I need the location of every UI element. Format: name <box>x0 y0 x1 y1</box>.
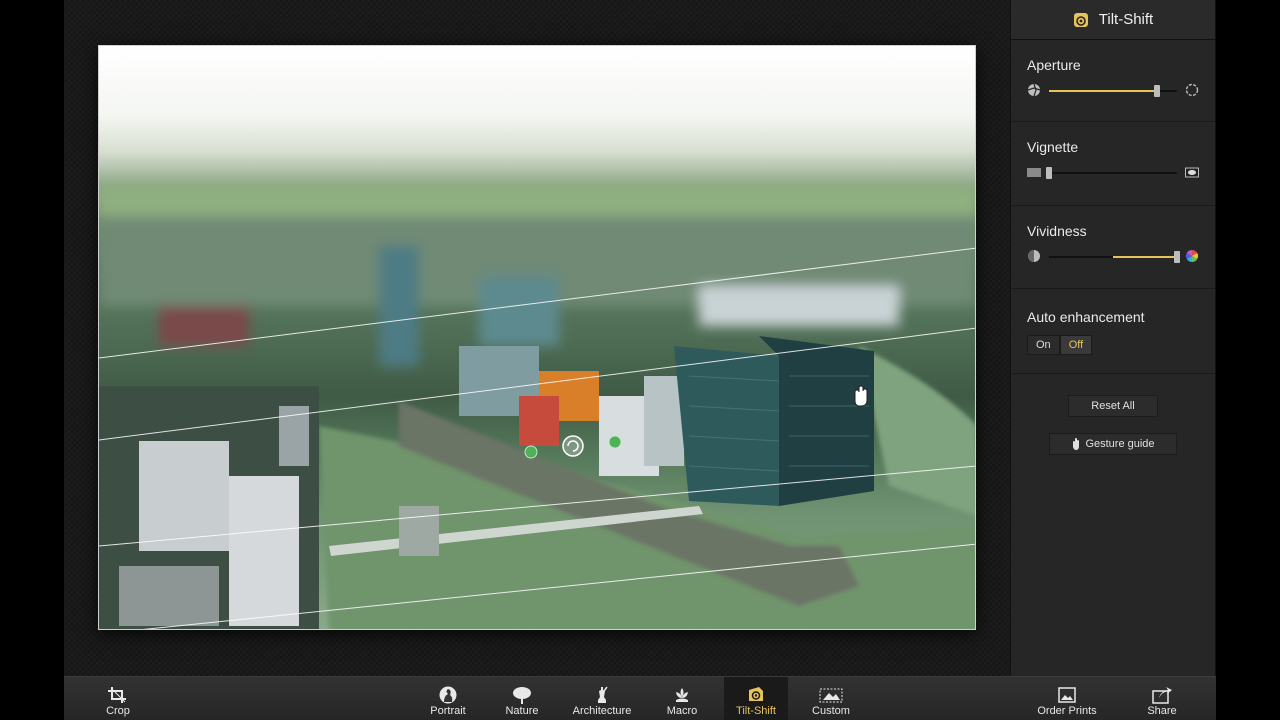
auto-enhancement-off-button[interactable]: Off <box>1059 335 1093 355</box>
tool-portrait[interactable]: Portrait <box>416 677 480 720</box>
desaturate-icon <box>1028 250 1040 262</box>
aperture-label: Aperture <box>1027 57 1081 73</box>
rotate-handle[interactable] <box>562 435 584 457</box>
tool-macro[interactable]: Macro <box>650 677 714 720</box>
crop-icon <box>108 687 126 703</box>
tool-nature[interactable]: Nature <box>490 677 554 720</box>
vividness-label: Vividness <box>1027 223 1087 239</box>
reset-all-button[interactable]: Reset All <box>1068 395 1158 417</box>
vividness-track <box>1049 251 1180 263</box>
tree-icon <box>513 687 531 704</box>
hand-icon <box>1073 438 1080 450</box>
vignette-thumb[interactable] <box>1046 167 1052 179</box>
tool-tilt-shift-label: Tilt-Shift <box>736 705 776 717</box>
color-wheel-icon <box>1185 250 1199 262</box>
share-icon <box>1152 687 1172 704</box>
tool-macro-label: Macro <box>666 705 698 717</box>
tool-nature-label: Nature <box>505 705 539 717</box>
aperture-slider[interactable] <box>1027 81 1199 101</box>
tilt-shift-photo <box>99 186 975 629</box>
vignette-off-icon <box>1027 168 1041 177</box>
aperture-fill <box>1049 90 1157 92</box>
vividness-thumb[interactable] <box>1174 251 1180 263</box>
auto-enhancement-on-button[interactable]: On <box>1027 335 1060 355</box>
panel-title: Tilt-Shift <box>1098 11 1154 28</box>
auto-enhancement-toggle: On Off <box>1027 335 1199 355</box>
tilt-shift-icon <box>1073 12 1088 27</box>
custom-icon <box>819 688 843 703</box>
auto-enhancement-section: Auto enhancement On Off <box>1011 289 1215 374</box>
tilt-shift-panel: Tilt-Shift Aperture Vignette Vividness A… <box>1010 0 1216 676</box>
vignette-slider[interactable] <box>1027 163 1199 183</box>
auto-enhancement-label: Auto enhancement <box>1027 309 1145 325</box>
tool-custom-label: Custom <box>812 705 850 717</box>
vignette-section: Vignette <box>1011 122 1215 206</box>
bottom-toolbar: Crop Portrait Nature Architecture Macro <box>64 676 1216 720</box>
statue-icon <box>598 686 608 703</box>
tool-share[interactable]: Share <box>1130 677 1194 720</box>
tool-custom[interactable]: Custom <box>799 677 863 720</box>
gesture-guide-label: Gesture guide <box>1085 438 1155 450</box>
tool-architecture-label: Architecture <box>572 705 632 717</box>
reset-all-label: Reset All <box>1091 400 1135 412</box>
vignette-track <box>1046 167 1177 179</box>
tilt-shift-tool-icon <box>749 687 763 701</box>
vividness-section: Vividness <box>1011 206 1215 289</box>
vignette-on-icon <box>1185 167 1199 178</box>
vignette-label: Vignette <box>1027 139 1079 155</box>
vividness-slider[interactable] <box>1027 247 1199 267</box>
aperture-closed-icon <box>1027 83 1041 97</box>
portrait-icon <box>439 686 457 704</box>
flower-icon <box>676 688 688 702</box>
tool-crop-label: Crop <box>106 705 130 717</box>
focus-handle-left[interactable] <box>524 445 538 459</box>
tool-order-prints-label: Order Prints <box>1037 705 1097 717</box>
focus-handle-right[interactable] <box>608 435 622 449</box>
vividness-fill <box>1113 256 1177 258</box>
tool-tilt-shift[interactable]: Tilt-Shift <box>724 677 788 720</box>
tool-portrait-label: Portrait <box>430 705 466 717</box>
tool-share-label: Share <box>1147 705 1177 717</box>
tool-order-prints[interactable]: Order Prints <box>1034 677 1100 720</box>
panel-header: Tilt-Shift <box>1011 0 1215 40</box>
picture-icon <box>1058 687 1076 703</box>
aperture-section: Aperture <box>1011 40 1215 122</box>
tool-crop[interactable]: Crop <box>86 677 150 720</box>
aperture-thumb[interactable] <box>1153 85 1160 97</box>
aperture-track <box>1049 85 1177 97</box>
tool-architecture[interactable]: Architecture <box>570 677 634 720</box>
gesture-guide-button[interactable]: Gesture guide <box>1049 433 1177 455</box>
photo-canvas[interactable] <box>98 45 976 630</box>
aperture-open-icon <box>1185 83 1199 97</box>
